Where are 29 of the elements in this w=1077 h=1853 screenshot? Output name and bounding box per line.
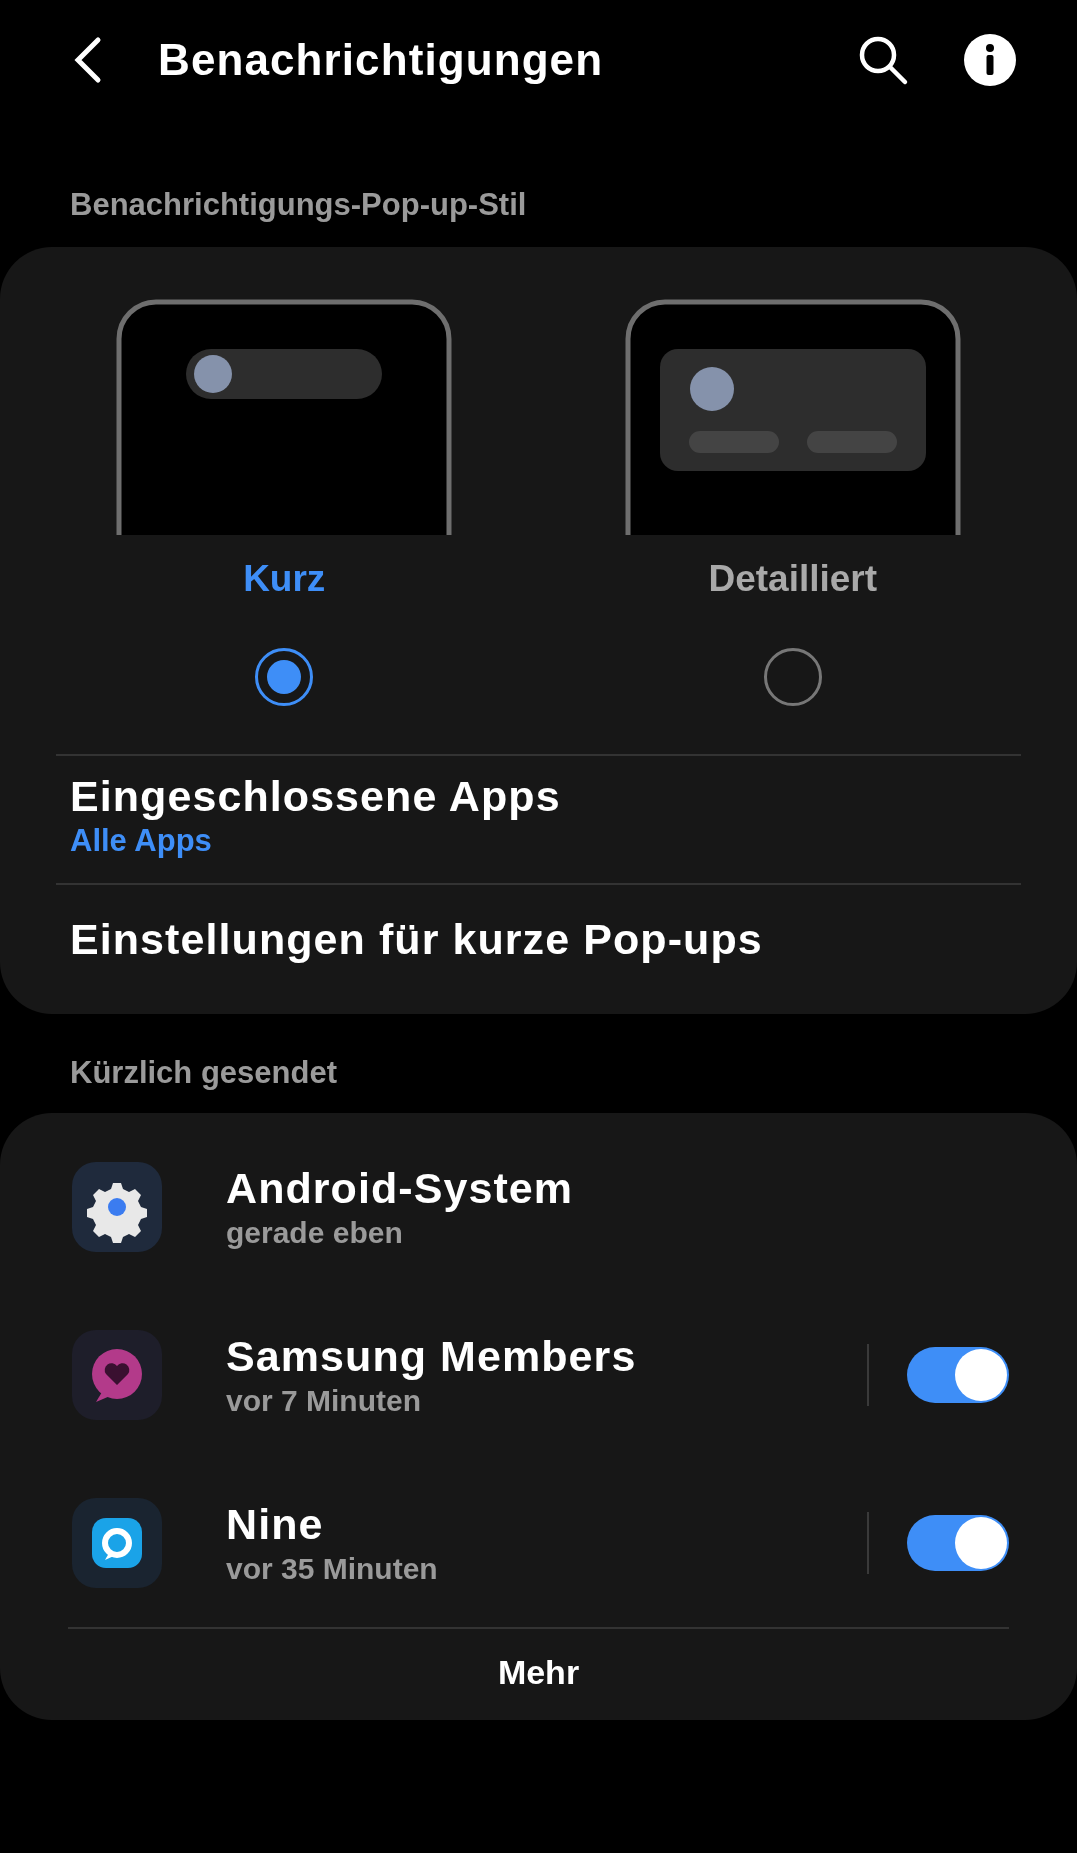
app-time: gerade eben: [226, 1214, 404, 1251]
settings-item[interactable]: Einstellungen für kurze Pop-ups: [0, 884, 1077, 995]
option-label: Detailliert: [708, 556, 878, 601]
app-time: vor 35 Minuten: [226, 1550, 439, 1587]
section-label: Benachrichtigungs-Pop-up-Stil: [70, 186, 528, 224]
app-icon: [72, 1497, 162, 1588]
info-button[interactable]: [963, 33, 1017, 87]
app-item[interactable]: Android-System gerade eben: [226, 1162, 1009, 1252]
item-title: Eingeschlossene Apps: [70, 771, 562, 822]
app-item[interactable]: Nine vor 35 Minuten: [226, 1498, 867, 1588]
radio-button[interactable]: [255, 648, 314, 706]
settings-item[interactable]: Eingeschlossene Apps Alle Apps: [0, 756, 1077, 875]
app-icon: [72, 1329, 162, 1420]
item-value: Alle Apps: [70, 821, 213, 860]
app-icon: [72, 1161, 162, 1252]
info-icon: [963, 33, 1017, 87]
app-name: Android-System: [226, 1163, 575, 1215]
page-title: Benachrichtigungen: [158, 34, 604, 86]
app-name: Nine: [226, 1499, 325, 1551]
option-label: Kurz: [243, 556, 326, 601]
section-label: Kürzlich gesendet: [70, 1054, 338, 1093]
app-name: Samsung Members: [226, 1331, 638, 1383]
radio-button[interactable]: [763, 648, 822, 706]
more-button[interactable]: Mehr: [473, 1634, 604, 1710]
item-title: Einstellungen für kurze Pop-ups: [70, 913, 764, 965]
app-item[interactable]: Samsung Members vor 7 Minuten: [226, 1330, 867, 1420]
search-icon: [857, 34, 909, 86]
toggle-switch[interactable]: [907, 1514, 1009, 1571]
app-time: vor 7 Minuten: [226, 1382, 422, 1419]
